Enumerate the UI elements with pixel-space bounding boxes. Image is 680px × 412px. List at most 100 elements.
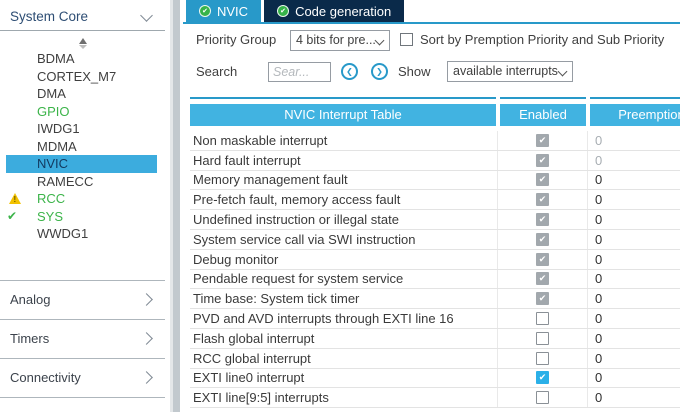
preemption-priority-cell[interactable]: 0 — [587, 270, 680, 289]
preemption-priority-cell[interactable]: 0 — [587, 171, 680, 190]
sidebar-item-dma[interactable]: DMA — [0, 85, 165, 103]
section-label: Timers — [10, 320, 49, 357]
sidebar-item-label: RAMECC — [0, 173, 165, 191]
interrupt-name-cell: Undefined instruction or illegal state — [190, 210, 497, 229]
sidebar-item-nvic[interactable]: NVIC — [6, 155, 157, 173]
enabled-cell — [497, 270, 587, 289]
tab-label: NVIC — [217, 4, 248, 19]
table-row[interactable]: Hard fault interrupt0 — [190, 151, 680, 171]
table-row[interactable]: Undefined instruction or illegal state 0 — [190, 210, 680, 230]
sidebar-item-ramecc[interactable]: RAMECC — [0, 173, 165, 191]
tab-underline — [183, 22, 680, 24]
preemption-priority-cell: 0 — [587, 131, 680, 150]
sidebar-item-label: GPIO — [0, 103, 165, 121]
check-circle-icon — [277, 5, 289, 17]
table-row[interactable]: System service call via SWI instruction 0 — [190, 230, 680, 250]
table-row[interactable]: Pendable request for system service 0 — [190, 270, 680, 290]
enabled-checkbox — [536, 272, 549, 285]
interrupt-table-body: Non maskable interrupt0Hard fault interr… — [190, 131, 680, 408]
show-filter-value: available interrupts — [453, 62, 558, 81]
interrupt-name-cell: System service call via SWI instruction — [190, 230, 497, 249]
sidebar-section-analog[interactable]: Analog — [0, 280, 165, 319]
section-label: System Core — [10, 4, 88, 29]
enabled-checkbox[interactable] — [536, 391, 549, 404]
preemption-priority-cell[interactable]: 0 — [587, 309, 680, 328]
table-row[interactable]: EXTI line0 interrupt0 — [190, 369, 680, 389]
tab-nvic[interactable]: NVIC — [186, 0, 261, 22]
peripheral-list: BDMACORTEX_M7DMAGPIOIWDG1MDMANVICRAMECCR… — [0, 50, 165, 243]
chevron-right-icon — [140, 371, 153, 384]
tab-code-generation[interactable]: Code generation — [264, 0, 404, 22]
sidebar-item-mdma[interactable]: MDMA — [0, 138, 165, 156]
preemption-priority-cell[interactable]: 0 — [587, 329, 680, 348]
sidebar-item-bdma[interactable]: BDMA — [0, 50, 165, 68]
search-input[interactable] — [268, 62, 331, 82]
enabled-cell — [497, 369, 587, 388]
preemption-priority-cell[interactable]: 0 — [587, 388, 680, 407]
sidebar-item-gpio[interactable]: GPIO — [0, 103, 165, 121]
sort-checkbox[interactable] — [400, 33, 413, 46]
enabled-checkbox — [536, 154, 549, 167]
enabled-checkbox[interactable] — [536, 312, 549, 325]
table-row[interactable]: Time base: System tick timer0 — [190, 289, 680, 309]
triangle-up-icon — [79, 38, 87, 44]
table-row[interactable]: EXTI line[9:5] interrupts0 — [190, 388, 680, 408]
next-search-result-button[interactable] — [371, 63, 388, 80]
sidebar-item-label: DMA — [0, 85, 165, 103]
enabled-checkbox[interactable] — [536, 332, 549, 345]
scroll-up-indicator[interactable] — [0, 38, 165, 49]
sidebar-item-wwdg1[interactable]: WWDG1 — [0, 225, 165, 243]
table-row[interactable]: RCC global interrupt 0 — [190, 349, 680, 369]
interrupt-name-cell: Pendable request for system service — [190, 270, 497, 289]
priority-group-select[interactable]: 4 bits for pre... — [290, 30, 390, 51]
enabled-checkbox — [536, 253, 549, 266]
sidebar-item-label: CORTEX_M7 — [0, 68, 165, 86]
sidebar-item-label: IWDG1 — [0, 120, 165, 138]
enabled-cell — [497, 289, 587, 308]
preemption-priority-cell[interactable]: 0 — [587, 230, 680, 249]
section-label: Analog — [10, 281, 50, 318]
enabled-checkbox[interactable] — [536, 352, 549, 365]
preemption-priority-cell[interactable]: 0 — [587, 190, 680, 209]
preemption-priority-cell[interactable]: 0 — [587, 210, 680, 229]
interrupt-name-cell: RCC global interrupt — [190, 349, 497, 368]
table-row[interactable]: Pre-fetch fault, memory access fault0 — [190, 190, 680, 210]
table-row[interactable]: PVD and AVD interrupts through EXTI line… — [190, 309, 680, 329]
enabled-cell — [497, 131, 587, 150]
sidebar-section-connectivity[interactable]: Connectivity — [0, 358, 165, 398]
interrupt-name-cell: PVD and AVD interrupts through EXTI line… — [190, 309, 497, 328]
table-row[interactable]: Memory management fault0 — [190, 171, 680, 191]
preemption-priority-cell[interactable]: 0 — [587, 369, 680, 388]
triangle-down-icon — [79, 45, 87, 49]
show-filter-select[interactable]: available interrupts — [447, 61, 573, 82]
sidebar-item-cortex-m7[interactable]: CORTEX_M7 — [0, 68, 165, 86]
preemption-priority-cell[interactable]: 0 — [587, 349, 680, 368]
sidebar-item-sys[interactable]: SYS — [0, 208, 165, 226]
check-circle-icon — [199, 5, 211, 17]
sidebar-section-timers[interactable]: Timers — [0, 319, 165, 358]
preemption-priority-cell[interactable]: 0 — [587, 289, 680, 308]
table-row[interactable]: Debug monitor0 — [190, 250, 680, 270]
warning-icon — [9, 193, 21, 204]
previous-search-result-button[interactable] — [341, 63, 358, 80]
preemption-priority-cell[interactable]: 0 — [587, 250, 680, 269]
chevron-down-icon — [140, 9, 153, 22]
tab-bar: NVIC Code generation — [186, 0, 404, 22]
table-row[interactable]: Flash global interrupt0 — [190, 329, 680, 349]
sidebar-section-system-core[interactable]: System Core — [0, 4, 165, 29]
table-row[interactable]: Non maskable interrupt 0 — [190, 131, 680, 151]
priority-group-value: 4 bits for pre... — [296, 31, 376, 50]
interrupt-name-cell: Non maskable interrupt — [190, 131, 497, 150]
enabled-cell — [497, 171, 587, 190]
preemption-priority-cell: 0 — [587, 151, 680, 170]
enabled-checkbox — [536, 134, 549, 147]
chevron-right-icon — [140, 332, 153, 345]
chevron-right-icon — [140, 293, 153, 306]
enabled-cell — [497, 388, 587, 407]
panel-splitter[interactable] — [170, 0, 180, 412]
sidebar-item-iwdg1[interactable]: IWDG1 — [0, 120, 165, 138]
sidebar-item-rcc[interactable]: RCC — [0, 190, 165, 208]
chevron-down-icon — [558, 67, 568, 77]
enabled-checkbox[interactable] — [536, 371, 549, 384]
divider — [0, 30, 165, 31]
